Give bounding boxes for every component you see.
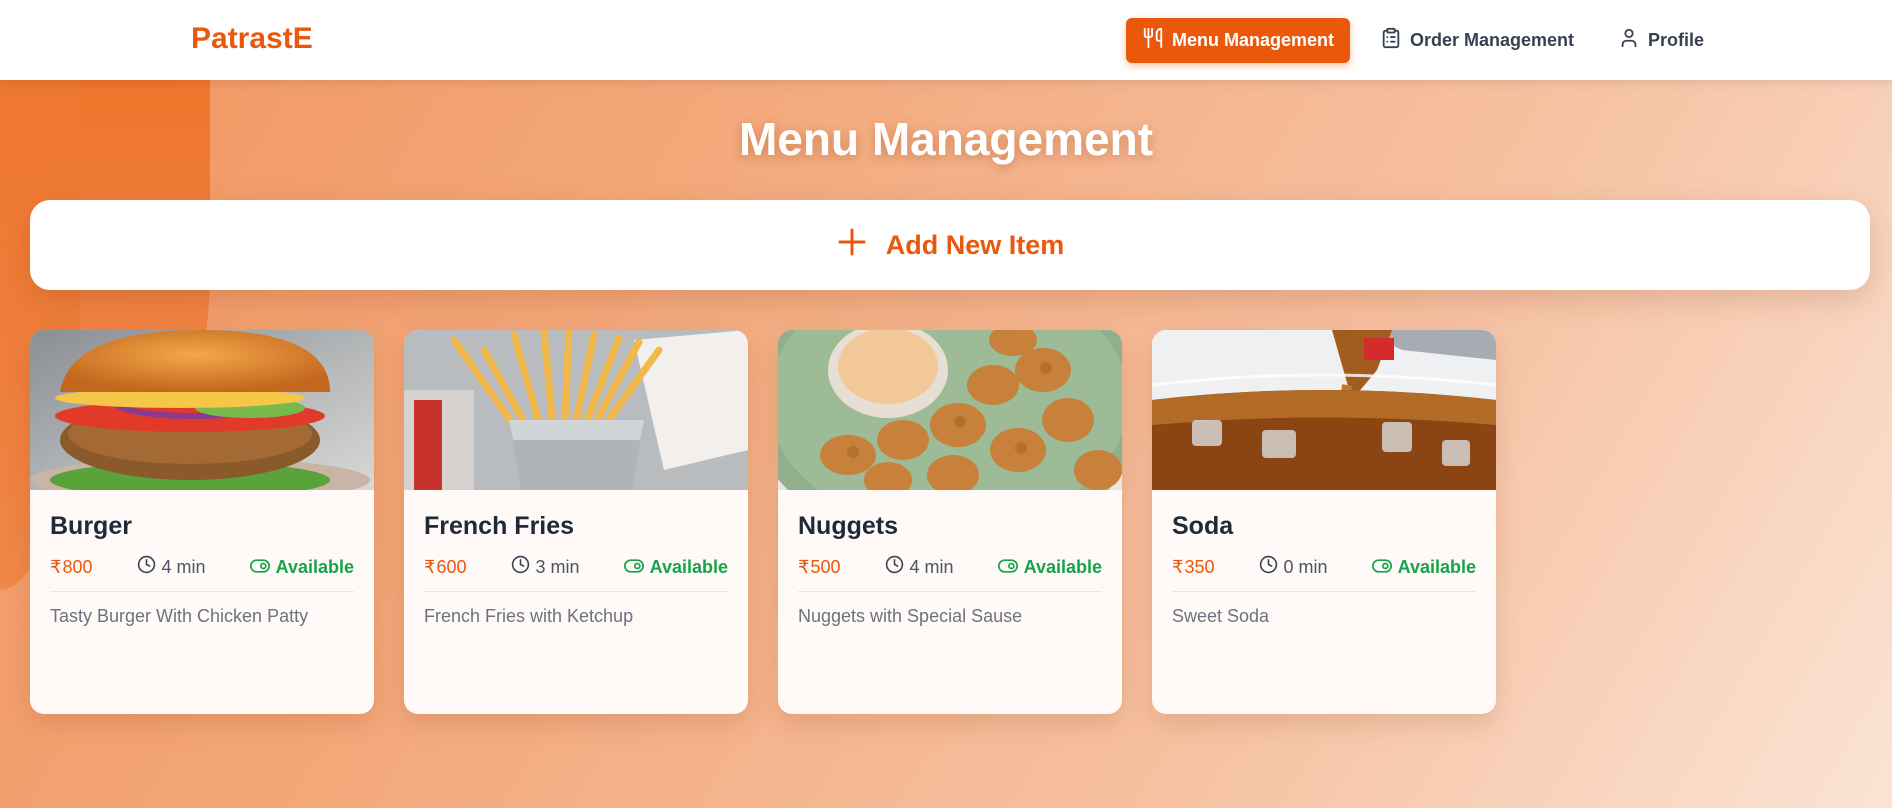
item-status-toggle[interactable]: Available (249, 556, 354, 578)
nav-profile[interactable]: Profile (1602, 18, 1720, 63)
item-description: Tasty Burger With Chicken Patty (50, 606, 309, 626)
menu-card-nuggets[interactable]: Nuggets ₹ 500 4 min Available Nuggets wi… (778, 330, 1122, 714)
item-prep-time: 4 min (137, 555, 206, 579)
menu-card-french-fries[interactable]: French Fries ₹ 600 3 min Available Frenc… (404, 330, 748, 714)
brand-logo[interactable]: PatrastE (191, 22, 313, 56)
user-icon (1618, 27, 1640, 54)
item-status-toggle[interactable]: Available (1371, 556, 1476, 578)
item-description: French Fries with Ketchup (424, 606, 634, 626)
menu-card-burger[interactable]: Burger ₹ 800 4 min Available Tasty Burge… (30, 330, 374, 714)
item-status-toggle[interactable]: Available (997, 556, 1102, 578)
item-price: ₹ 600 (424, 557, 467, 578)
add-item-panel: Add New Item (30, 200, 1870, 290)
nuggets-image (778, 330, 1122, 490)
item-price: ₹ 800 (50, 557, 93, 578)
clipboard-icon (1380, 27, 1402, 54)
item-prep-time-value: 4 min (161, 556, 206, 577)
page-title: Menu Management (738, 113, 1154, 165)
item-status-label: Available (1023, 556, 1102, 577)
add-new-item-button[interactable]: Add New Item (836, 226, 1065, 265)
add-new-item-label: Add New Item (885, 229, 1065, 260)
toggle-on-icon (249, 557, 270, 578)
plus-icon (836, 226, 868, 265)
item-price-value: 600 (436, 556, 467, 577)
item-prep-time: 4 min (885, 555, 954, 579)
toggle-on-icon (1371, 557, 1392, 578)
item-price: ₹ 350 (1172, 557, 1215, 578)
nav-menu-management-label: Menu Management (1172, 30, 1335, 50)
item-name: French Fries (424, 512, 575, 540)
nav-menu-management[interactable]: Menu Management (1126, 18, 1351, 63)
item-prep-time: 3 min (511, 555, 580, 579)
menu-card-soda[interactable]: Soda ₹ 350 0 min Available Sweet Soda (1152, 330, 1496, 714)
rupee-icon: ₹ (1172, 556, 1184, 577)
rupee-icon: ₹ (798, 556, 810, 577)
clock-icon (1259, 555, 1278, 579)
item-status-toggle[interactable]: Available (623, 556, 728, 578)
item-status-label: Available (275, 556, 354, 577)
item-price-value: 500 (810, 556, 841, 577)
top-navbar: PatrastE Menu Management Order Managemen… (0, 0, 1892, 80)
burger-image (30, 330, 374, 490)
soda-image (1152, 330, 1496, 490)
rupee-icon: ₹ (424, 556, 436, 577)
french-fries-image (404, 330, 748, 490)
item-name: Burger (50, 512, 132, 540)
item-prep-time-value: 3 min (535, 556, 580, 577)
utensils-icon (1142, 27, 1164, 54)
toggle-on-icon (623, 557, 644, 578)
item-status-label: Available (649, 556, 728, 577)
rupee-icon: ₹ (50, 556, 62, 577)
item-price: ₹ 500 (798, 557, 841, 578)
nav-order-management-label: Order Management (1410, 30, 1575, 50)
item-prep-time-value: 4 min (909, 556, 954, 577)
clock-icon (885, 555, 904, 579)
item-status-label: Available (1397, 556, 1476, 577)
item-prep-time: 0 min (1259, 555, 1328, 579)
clock-icon (511, 555, 530, 579)
item-description: Sweet Soda (1172, 606, 1270, 626)
item-prep-time-value: 0 min (1283, 556, 1328, 577)
nav-profile-label: Profile (1648, 30, 1705, 50)
toggle-on-icon (997, 557, 1018, 578)
item-description: Nuggets with Special Sause (798, 606, 1023, 626)
item-name: Nuggets (798, 512, 898, 540)
nav-order-management[interactable]: Order Management (1364, 18, 1590, 63)
item-price-value: 350 (1184, 556, 1215, 577)
item-price-value: 800 (62, 556, 93, 577)
item-name: Soda (1172, 512, 1234, 540)
clock-icon (137, 555, 156, 579)
